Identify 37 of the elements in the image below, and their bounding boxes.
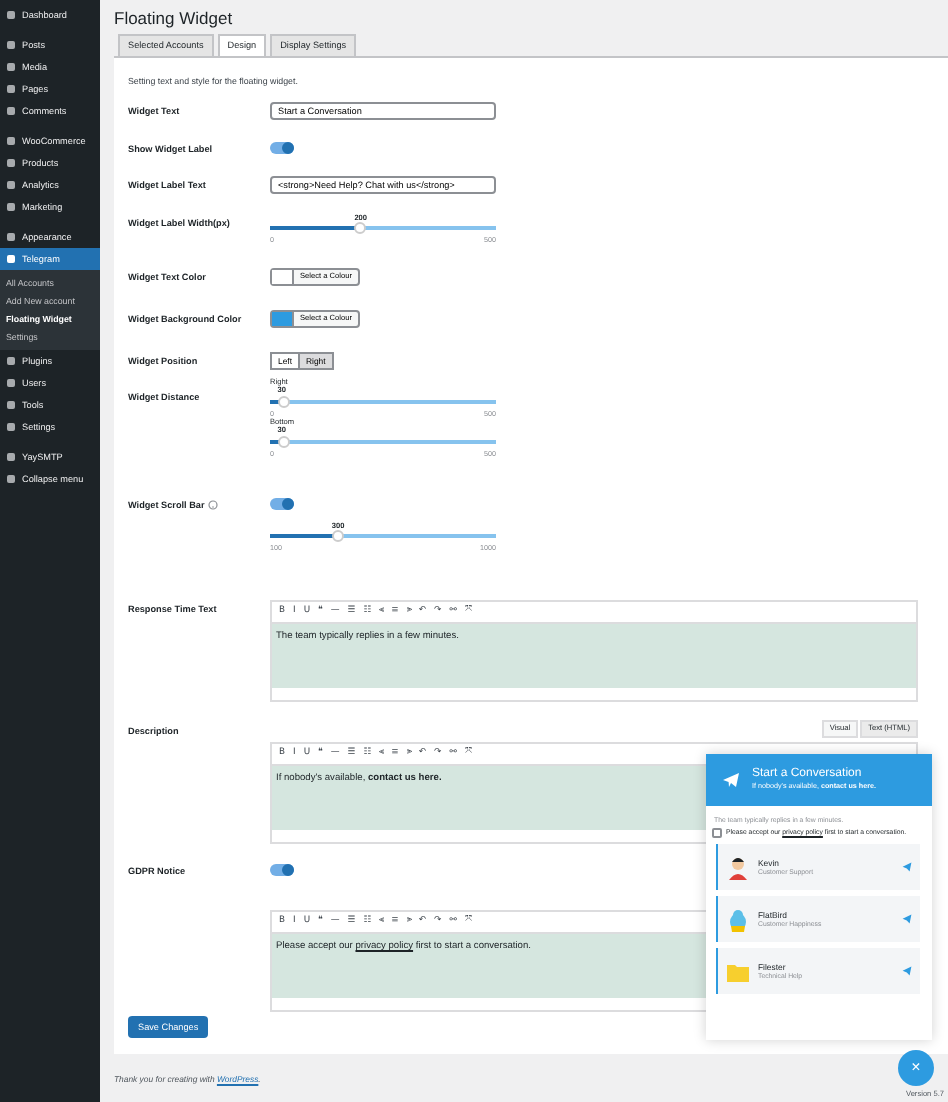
square-icon: [6, 254, 16, 264]
square-icon: [6, 84, 16, 94]
square-icon: [6, 180, 16, 190]
person-icon: [726, 855, 750, 880]
slider-thumb[interactable]: [277, 396, 290, 409]
paper-plane-icon: [902, 914, 912, 925]
checkbox[interactable]: [712, 828, 722, 839]
slider-thumb[interactable]: [277, 435, 290, 448]
toggle-switch[interactable]: [270, 864, 294, 877]
square-icon: [6, 158, 16, 168]
square-icon: [6, 106, 16, 116]
slider-track[interactable]: [270, 439, 496, 444]
paper-plane-icon: [902, 862, 912, 873]
paper-plane-icon: [902, 966, 912, 977]
square-icon: [6, 378, 16, 388]
square-icon: [6, 232, 16, 242]
slider-track[interactable]: [270, 400, 496, 405]
toggle-switch[interactable]: [270, 142, 294, 155]
bird-icon: [726, 907, 750, 932]
slider-track[interactable]: [270, 534, 496, 539]
square-icon: [6, 62, 16, 72]
paper-plane-icon: [722, 772, 740, 788]
square-icon: [6, 452, 16, 462]
folder-icon: [726, 959, 750, 984]
square-icon: [6, 136, 16, 146]
slider-track[interactable]: [270, 226, 496, 231]
square-icon: [6, 202, 16, 212]
square-icon: [6, 40, 16, 50]
square-icon: [6, 474, 16, 484]
page-title: Floating Widget: [114, 8, 235, 29]
slider-thumb[interactable]: [331, 530, 344, 543]
square-icon: [6, 10, 16, 20]
square-icon: [6, 400, 16, 410]
toggle-switch[interactable]: [270, 498, 294, 511]
slider-thumb[interactable]: [354, 222, 367, 235]
square-icon: [6, 422, 16, 432]
square-icon: [6, 356, 16, 366]
